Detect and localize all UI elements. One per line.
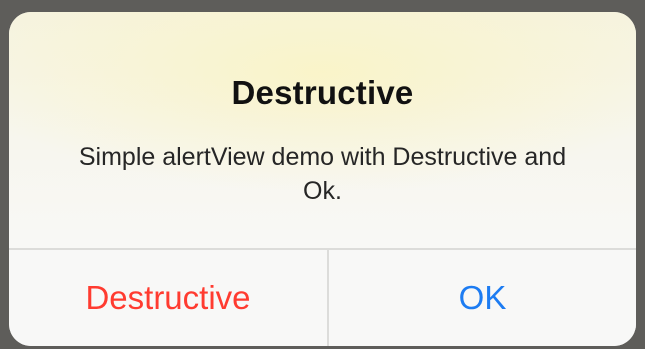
ok-button[interactable]: OK xyxy=(329,250,636,346)
alert-message: Simple alertView demo with Destructive a… xyxy=(78,143,567,205)
alert-title: Destructive xyxy=(231,74,414,111)
alert-content: Destructive Simple alertView demo with D… xyxy=(9,12,636,248)
destructive-button[interactable]: Destructive xyxy=(9,250,327,346)
alert-dialog: Destructive Simple alertView demo with D… xyxy=(9,12,636,346)
